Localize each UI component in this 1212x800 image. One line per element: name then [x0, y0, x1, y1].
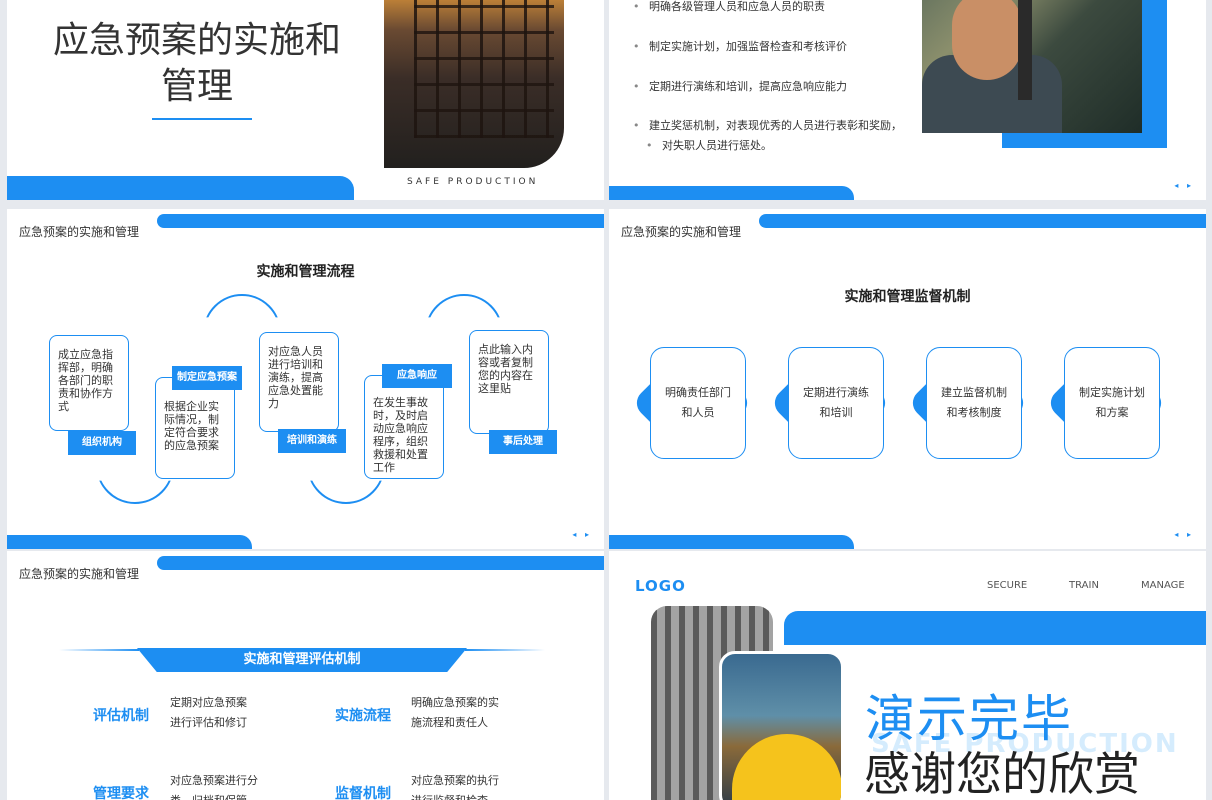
mechanism-card: 明确责任部门 和人员	[631, 342, 753, 464]
step-tag: 组织机构	[68, 431, 136, 455]
slide-header: 应急预案的实施和管理	[19, 567, 140, 581]
nav-train[interactable]: TRAIN	[1069, 580, 1099, 591]
logo[interactable]: LOGO	[635, 577, 686, 595]
eval-heading: 管理要求	[93, 786, 149, 800]
nav-arrows[interactable]: ◂ ▸	[572, 530, 592, 539]
top-bar	[157, 214, 604, 228]
slide-process[interactable]: 应急预案的实施和管理 实施和管理流程 成立应急指挥部，明确各部门的职责和协作方式…	[7, 209, 604, 549]
eval-text: 定期对应急预案 进行评估和修订	[170, 696, 247, 729]
bullet: 明确各级管理人员和应急人员的职责	[633, 0, 825, 16]
eval-heading: 实施流程	[335, 708, 391, 724]
header-bar	[784, 611, 1206, 645]
eval-heading: 监督机制	[335, 786, 391, 800]
step-box: 对应急人员进行培训和演练，提高应急处置能力	[259, 332, 339, 432]
bottom-bar	[7, 535, 252, 549]
step-text: 根据企业实际情况，制定符合要求的应急预案	[164, 400, 219, 452]
step-box: 根据企业实际情况，制定符合要求的应急预案	[155, 377, 235, 479]
mechanism-card: 定期进行演练 和培训	[769, 342, 891, 464]
subtitle: SAFE PRODUCTION	[407, 177, 539, 187]
ribbon-line	[59, 649, 139, 651]
slide-evaluation[interactable]: 应急预案的实施和管理 实施和管理评估机制 评估机制 定期对应急预案 进行评估和修订…	[7, 551, 604, 800]
worker-photo	[922, 0, 1142, 133]
ribbon-line	[465, 649, 545, 651]
top-bar	[759, 214, 1206, 228]
step-tag: 事后处理	[489, 430, 557, 454]
eval-text: 对应急预案进行分类、归档和保管	[170, 774, 258, 800]
top-bar	[157, 556, 604, 570]
bullet-continued: 对失职人员进行惩处。	[646, 136, 772, 155]
bullet: 定期进行演练和培训，提高应急响应能力	[633, 77, 847, 96]
slide-supervision[interactable]: 应急预案的实施和管理 实施和管理监督机制 明确责任部门 和人员 定期进行演练 和培训…	[609, 209, 1206, 549]
step-text: 点此输入内容或者复制您的内容在这里贴	[478, 343, 533, 395]
mechanism-card: 制定实施计划 和方案	[1045, 342, 1167, 464]
slide-title[interactable]: 应急预案的实施和 管理 SAFE PRODUCTION	[7, 0, 604, 200]
step-tag: 制定应急预案	[172, 366, 242, 390]
nav-manage[interactable]: MANAGE	[1141, 580, 1185, 591]
step-box: 点此输入内容或者复制您的内容在这里贴	[469, 330, 549, 434]
eval-text: 对应急预案的执行进行监督和检查	[411, 774, 499, 800]
step-tag: 培训和演练	[278, 429, 346, 453]
title-underline	[152, 118, 252, 120]
nav-arrows[interactable]: ◂ ▸	[1174, 181, 1194, 190]
slide-responsibilities[interactable]: 明确各级管理人员和应急人员的职责 制定实施计划，加强监督检查和考核评价 定期进行…	[609, 0, 1206, 200]
bottom-bar	[609, 186, 854, 200]
section-title: 实施和管理评估机制	[137, 648, 467, 672]
title-line-1: 应急预案的实施和	[52, 20, 341, 61]
bullet: 建立奖惩机制，对表现优秀的人员进行表彰和奖励，	[633, 116, 902, 135]
slide-header: 应急预案的实施和管理	[19, 225, 140, 239]
step-tag: 应急响应	[382, 364, 452, 388]
title-line-2: 管理	[160, 66, 233, 107]
eval-text: 明确应急预案的实 施流程和责任人	[411, 696, 499, 729]
bottom-bar	[609, 535, 854, 549]
step-text: 对应急人员进行培训和演练，提高应急处置能力	[268, 345, 323, 410]
slide-title-text: 应急预案的实施和 管理	[27, 18, 367, 110]
nav-secure[interactable]: SECURE	[987, 580, 1027, 591]
mechanism-card: 建立监督机制 和考核制度	[907, 342, 1029, 464]
bottom-bar	[7, 176, 354, 200]
step-text: 在发生事故时，及时启动应急响应程序，组织救援和处置工作	[373, 396, 428, 474]
slide-ending[interactable]: LOGO SECURE TRAIN MANAGE SAFE PRODUCTION…	[609, 551, 1206, 800]
step-box: 在发生事故时，及时启动应急响应程序，组织救援和处置工作	[364, 375, 444, 479]
eval-heading: 评估机制	[93, 708, 149, 724]
section-title: 实施和管理监督机制	[844, 289, 971, 305]
ending-line-2: 感谢您的欣赏	[864, 747, 1140, 800]
slide-header: 应急预案的实施和管理	[621, 225, 742, 239]
step-box: 成立应急指挥部，明确各部门的职责和协作方式	[49, 335, 129, 431]
nav-arrows[interactable]: ◂ ▸	[1174, 530, 1194, 539]
step-text: 成立应急指挥部，明确各部门的职责和协作方式	[58, 348, 113, 413]
section-title: 实施和管理流程	[256, 264, 355, 280]
helmet-photo	[719, 651, 844, 800]
bullet: 制定实施计划，加强监督检查和考核评价	[633, 37, 847, 56]
construction-photo	[384, 0, 564, 168]
